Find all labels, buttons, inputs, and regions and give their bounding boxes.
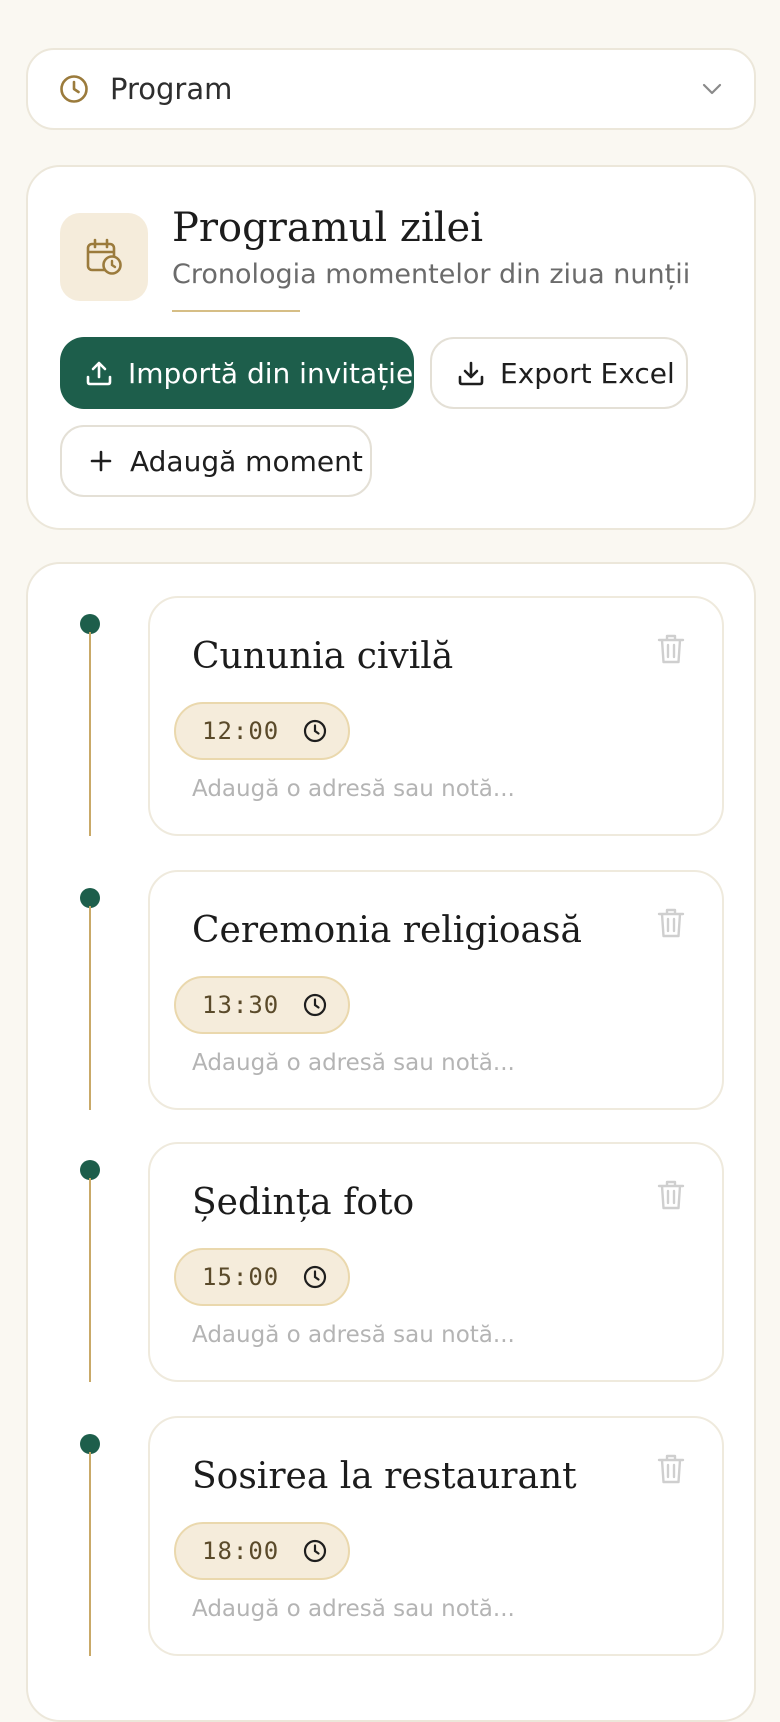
note-input[interactable]: Adaugă o adresă sau notă... — [192, 1050, 515, 1076]
import-from-invitation-button[interactable]: Importă din invitație — [60, 337, 414, 409]
timeline-dot — [80, 1434, 100, 1454]
time-input[interactable]: 13:30 — [174, 976, 350, 1034]
event-card[interactable]: Ceremonia religioasă 13:30 Adaugă o adre… — [148, 870, 724, 1110]
timeline-line — [89, 1178, 91, 1382]
section-selector[interactable]: Program — [26, 48, 756, 130]
event-title[interactable]: Sosirea la restaurant — [192, 1456, 577, 1497]
event-title[interactable]: Cununia civilă — [192, 636, 453, 677]
time-input[interactable]: 15:00 — [174, 1248, 350, 1306]
note-input[interactable]: Adaugă o adresă sau notă... — [192, 776, 515, 802]
clock-icon — [303, 993, 327, 1017]
event-title[interactable]: Ceremonia religioasă — [192, 910, 582, 951]
page-subtitle: Cronologia momentelor din ziua nunții — [172, 259, 691, 290]
timeline-item: Ceremonia religioasă 13:30 Adaugă o adre… — [28, 870, 758, 1110]
trash-icon[interactable] — [656, 1452, 686, 1486]
calendar-clock-icon — [86, 238, 122, 275]
event-title[interactable]: Ședința foto — [192, 1182, 414, 1223]
timeline-line — [89, 632, 91, 836]
add-moment-button[interactable]: Adaugă moment — [60, 425, 372, 497]
time-value: 18:00 — [202, 1537, 280, 1565]
add-button-label: Adaugă moment — [130, 444, 363, 478]
time-input[interactable]: 12:00 — [174, 702, 350, 760]
calendar-icon-box — [60, 213, 148, 301]
timeline-line — [89, 1452, 91, 1656]
plus-icon — [90, 450, 112, 472]
event-card[interactable]: Ședința foto 15:00 Adaugă o adresă sau n… — [148, 1142, 724, 1382]
download-icon — [458, 361, 484, 386]
export-button-label: Export Excel — [500, 356, 675, 390]
title-underline — [172, 310, 300, 312]
time-input[interactable]: 18:00 — [174, 1522, 350, 1580]
time-value: 15:00 — [202, 1263, 280, 1291]
trash-icon[interactable] — [656, 906, 686, 940]
clock-icon — [303, 719, 327, 743]
timeline-card: Cununia civilă 12:00 Adaugă o adresă sau… — [26, 562, 756, 1722]
chevron-down-icon — [702, 83, 722, 95]
page-title: Programul zilei — [172, 205, 484, 251]
export-excel-button[interactable]: Export Excel — [430, 337, 688, 409]
timeline-dot — [80, 614, 100, 634]
upload-icon — [86, 361, 112, 386]
trash-icon[interactable] — [656, 632, 686, 666]
time-value: 12:00 — [202, 717, 280, 745]
clock-icon — [303, 1265, 327, 1289]
timeline-item: Ședința foto 15:00 Adaugă o adresă sau n… — [28, 1142, 758, 1382]
timeline-dot — [80, 1160, 100, 1180]
note-input[interactable]: Adaugă o adresă sau notă... — [192, 1596, 515, 1622]
trash-icon[interactable] — [656, 1178, 686, 1212]
note-input[interactable]: Adaugă o adresă sau notă... — [192, 1322, 515, 1348]
time-value: 13:30 — [202, 991, 280, 1019]
timeline-item: Sosirea la restaurant 18:00 Adaugă o adr… — [28, 1416, 758, 1656]
header-card: Programul zilei Cronologia momentelor di… — [26, 165, 756, 530]
timeline-item: Cununia civilă 12:00 Adaugă o adresă sau… — [28, 596, 758, 836]
timeline-line — [89, 906, 91, 1110]
clock-icon — [60, 75, 88, 103]
event-card[interactable]: Cununia civilă 12:00 Adaugă o adresă sau… — [148, 596, 724, 836]
import-button-label: Importă din invitație — [128, 356, 414, 390]
event-card[interactable]: Sosirea la restaurant 18:00 Adaugă o adr… — [148, 1416, 724, 1656]
timeline-dot — [80, 888, 100, 908]
clock-icon — [303, 1539, 327, 1563]
section-selector-label: Program — [110, 72, 233, 106]
